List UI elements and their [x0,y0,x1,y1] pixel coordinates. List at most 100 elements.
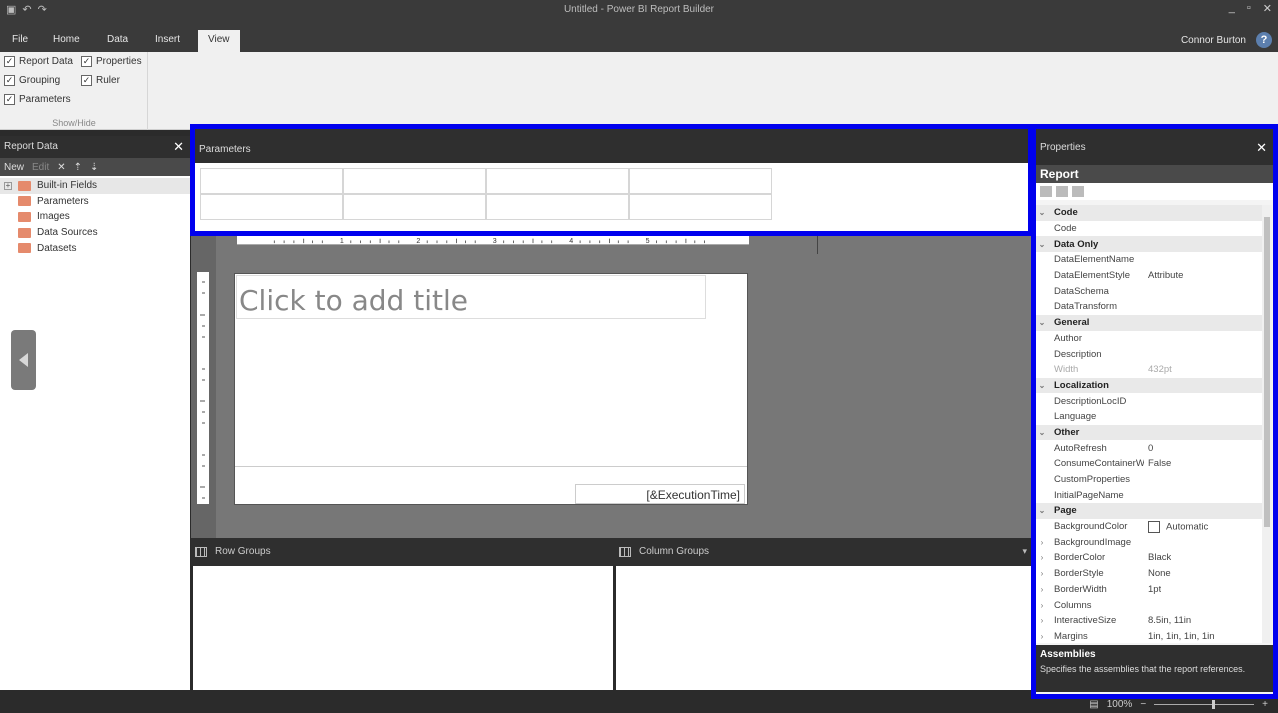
property-row[interactable]: ConsumeContainerW False [1036,456,1264,472]
collapse-icon[interactable]: ⌄ [1036,381,1048,390]
close-icon[interactable]: ✕ [1263,2,1272,15]
property-value[interactable]: Automatic [1144,520,1208,533]
property-category[interactable]: ⌄ Localization [1036,377,1264,394]
parameter-cell[interactable] [200,194,343,220]
move-down-icon[interactable]: ⇣ [90,162,98,173]
tab-data[interactable]: Data [97,30,138,52]
expand-icon[interactable]: › [1036,632,1048,641]
report-page[interactable]: Click to add title [&ExecutionTime] [234,273,748,505]
properties-scrollbar[interactable] [1262,205,1272,643]
close-icon[interactable]: ✕ [173,139,184,155]
close-icon[interactable]: ✕ [1256,140,1267,156]
row-groups-pane[interactable] [193,566,613,690]
property-row[interactable]: Language [1036,409,1264,425]
property-value[interactable]: False [1144,458,1171,469]
delete-icon[interactable]: ✕ [57,162,65,173]
edit-button[interactable]: Edit [32,162,49,173]
property-category[interactable]: ⌄ Other [1036,424,1264,441]
tab-file[interactable]: File [2,30,38,52]
property-row[interactable]: › Columns [1036,597,1264,613]
parameter-cell[interactable] [343,168,486,194]
property-row[interactable]: BackgroundColor Automatic [1036,519,1264,535]
expand-icon[interactable]: › [1036,553,1048,562]
expand-icon[interactable]: › [1036,585,1048,594]
property-category[interactable]: ⌄ General [1036,314,1264,331]
property-row[interactable]: DataElementName [1036,252,1264,268]
chevron-down-icon[interactable]: ▾ [1022,546,1027,557]
tab-view[interactable]: View [198,30,240,52]
categorized-icon[interactable] [1040,186,1052,197]
parameter-cell[interactable] [629,168,772,194]
property-value[interactable]: Attribute [1144,270,1183,281]
zoom-slider[interactable] [1154,700,1255,709]
property-value[interactable]: 0 [1144,443,1153,454]
tab-insert[interactable]: Insert [145,30,190,52]
property-row[interactable]: Code [1036,221,1264,237]
property-row[interactable]: › Margins 1in, 1in, 1in, 1in [1036,629,1264,643]
property-row[interactable]: › InteractiveSize 8.5in, 11in [1036,613,1264,629]
tree-item-parameters[interactable]: Parameters [0,194,190,210]
property-row[interactable]: CustomProperties [1036,472,1264,488]
scrollbar-thumb[interactable] [1264,217,1270,527]
page-view-icon[interactable]: ▤ [1089,699,1098,710]
property-category[interactable]: ⌄ Data Only [1036,236,1264,253]
expand-icon[interactable]: › [1036,616,1048,625]
execution-time-textbox[interactable]: [&ExecutionTime] [575,484,745,504]
property-row[interactable]: DataSchema [1036,283,1264,299]
column-groups-pane[interactable] [616,566,1031,690]
property-row[interactable]: › BorderWidth 1pt [1036,582,1264,598]
property-pages-icon[interactable] [1072,186,1084,197]
collapse-icon[interactable]: ⌄ [1036,318,1048,327]
report-data-checkbox[interactable]: ✓ Report Data [4,56,73,67]
tab-home[interactable]: Home [43,30,90,52]
expand-icon[interactable]: › [1036,601,1048,610]
parameter-cell[interactable] [629,194,772,220]
ruler-checkbox[interactable]: ✓ Ruler [81,75,120,86]
expand-icon[interactable]: › [1036,538,1048,547]
property-value[interactable]: 1in, 1in, 1in, 1in [1144,631,1215,642]
property-row[interactable]: AutoRefresh 0 [1036,440,1264,456]
property-row[interactable]: Description [1036,346,1264,362]
parameter-cell[interactable] [200,168,343,194]
parameter-cell[interactable] [486,168,629,194]
move-up-icon[interactable]: ⇡ [74,162,82,173]
tree-item-data-sources[interactable]: Data Sources [0,225,190,241]
property-value[interactable]: 432pt [1144,364,1172,375]
alphabetical-icon[interactable] [1056,186,1068,197]
property-row[interactable]: DataElementStyle Attribute [1036,268,1264,284]
help-icon[interactable]: ? [1256,32,1272,48]
expand-icon[interactable]: › [1036,569,1048,578]
property-value[interactable]: None [1144,568,1171,579]
user-name[interactable]: Connor Burton [1181,35,1246,46]
tree-item-images[interactable]: Images [0,209,190,225]
collapse-panel-button[interactable] [11,330,36,390]
property-row[interactable]: Width 432pt [1036,362,1264,378]
property-category[interactable]: ⌄ Code [1036,205,1264,221]
new-button[interactable]: New [4,162,24,173]
property-value[interactable]: 8.5in, 11in [1144,615,1191,626]
property-row[interactable]: DataTransform [1036,299,1264,315]
maximize-icon[interactable]: ▫ [1247,2,1251,15]
tree-item-datasets[interactable]: Datasets [0,240,190,256]
zoom-slider-knob[interactable] [1212,700,1216,709]
property-row[interactable]: Author [1036,331,1264,347]
zoom-in-icon[interactable]: + [1262,699,1268,710]
property-value[interactable]: Black [1144,552,1171,563]
property-value[interactable]: 1pt [1144,584,1161,595]
minimize-icon[interactable]: _ [1229,2,1235,15]
collapse-icon[interactable]: ⌄ [1036,240,1048,249]
tree-item-built-in-fields[interactable]: + Built-in Fields [0,178,190,194]
parameter-cell[interactable] [343,194,486,220]
grouping-checkbox[interactable]: ✓ Grouping [4,75,60,86]
zoom-out-icon[interactable]: − [1140,699,1146,710]
collapse-icon[interactable]: ⌄ [1036,428,1048,437]
property-category[interactable]: ⌄ Page [1036,503,1264,519]
property-row[interactable]: InitialPageName [1036,487,1264,503]
parameter-cell[interactable] [486,194,629,220]
parameters-checkbox[interactable]: ✓ Parameters [4,94,71,105]
property-row[interactable]: › BorderStyle None [1036,566,1264,582]
collapse-icon[interactable]: ⌄ [1036,208,1048,217]
expand-icon[interactable]: + [4,182,12,190]
report-title-textbox[interactable]: Click to add title [236,275,706,319]
property-row[interactable]: DescriptionLocID [1036,393,1264,409]
